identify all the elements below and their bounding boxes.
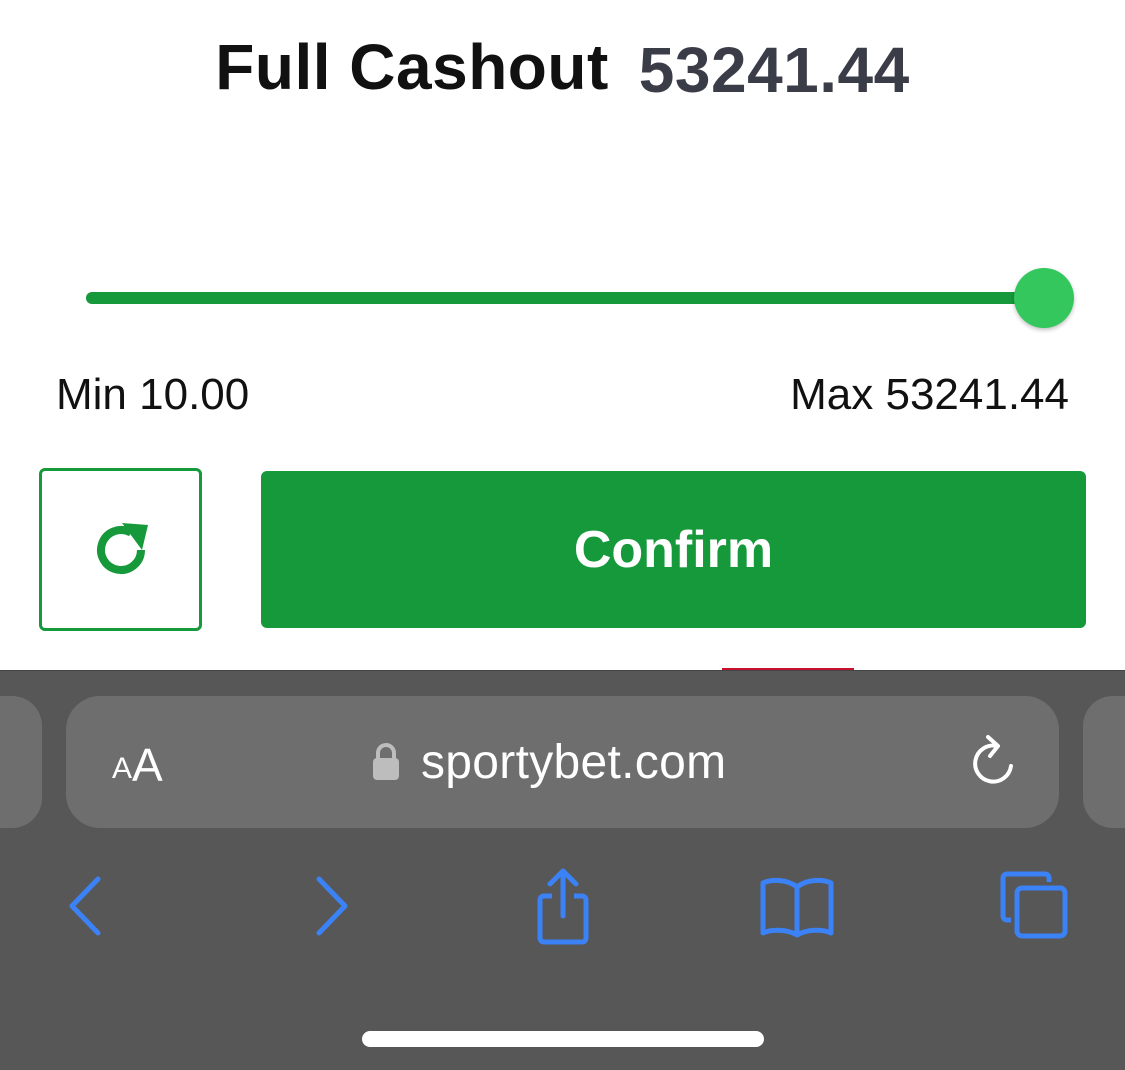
max-amount-label: Max 53241.44 bbox=[790, 370, 1069, 419]
back-button[interactable] bbox=[42, 861, 132, 951]
share-icon bbox=[537, 868, 589, 945]
refresh-button[interactable] bbox=[39, 468, 202, 631]
nav-row bbox=[0, 861, 1125, 951]
cashout-header: Full Cashout 53241.44 bbox=[0, 22, 1125, 112]
forward-button[interactable] bbox=[285, 861, 375, 951]
bookmarks-button[interactable] bbox=[752, 861, 842, 951]
lock-icon bbox=[373, 743, 399, 780]
text-size-large-glyph: A bbox=[132, 739, 163, 791]
browser-toolbar: A A sportybet.com bbox=[0, 670, 1125, 1070]
previous-tab-preview[interactable] bbox=[0, 696, 42, 828]
refresh-icon bbox=[96, 522, 148, 574]
book-icon bbox=[760, 877, 834, 938]
text-size-button[interactable]: A A bbox=[112, 736, 163, 788]
slider-thumb[interactable] bbox=[1014, 268, 1074, 328]
cashout-sheet: Full Cashout 53241.44 Min 10.00 Max 5324… bbox=[0, 0, 1125, 672]
min-amount-label: Min 10.00 bbox=[56, 370, 250, 419]
address-bar[interactable]: A A sportybet.com bbox=[66, 696, 1059, 828]
chevron-left-icon bbox=[69, 876, 101, 936]
cashout-amount: 53241.44 bbox=[638, 34, 910, 106]
tabs-button[interactable] bbox=[990, 861, 1080, 951]
confirm-button[interactable]: Confirm bbox=[261, 471, 1086, 628]
cashout-slider[interactable] bbox=[86, 268, 1074, 328]
next-tab-preview[interactable] bbox=[1083, 696, 1125, 828]
text-size-small-glyph: A bbox=[112, 752, 133, 785]
slider-fill bbox=[86, 292, 1044, 304]
home-indicator bbox=[362, 1031, 764, 1047]
chevron-right-icon bbox=[316, 876, 348, 936]
cashout-title: Full Cashout bbox=[215, 31, 609, 103]
url-display[interactable]: sportybet.com bbox=[371, 732, 726, 792]
url-text: sportybet.com bbox=[421, 735, 727, 789]
reload-button[interactable] bbox=[964, 732, 1024, 792]
tabs-icon bbox=[1000, 871, 1068, 939]
reload-icon bbox=[973, 735, 1013, 784]
share-button[interactable] bbox=[518, 861, 608, 951]
